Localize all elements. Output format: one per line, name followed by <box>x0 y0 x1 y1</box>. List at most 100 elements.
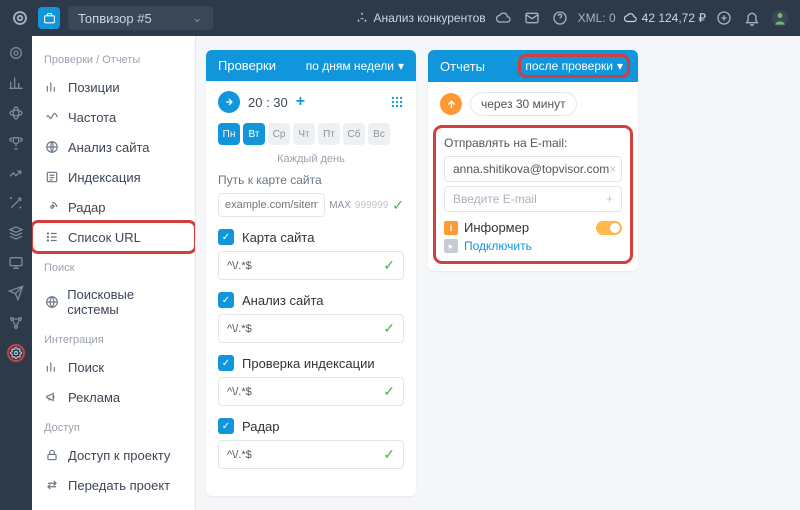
section-label: Карта сайта <box>242 230 314 245</box>
rail-send-icon[interactable] <box>7 284 25 302</box>
lock-icon <box>44 447 60 463</box>
email-input[interactable]: Введите E-mail + <box>444 186 622 212</box>
plus-icon[interactable] <box>714 8 734 28</box>
caret-down-icon: ▾ <box>398 59 404 73</box>
section-checkbox-row: ✓Анализ сайта <box>218 292 404 308</box>
sidebar-item-int-ads[interactable]: Реклама <box>32 382 195 412</box>
checkbox-icon[interactable]: ✓ <box>218 418 234 434</box>
section-label: Радар <box>242 419 280 434</box>
section-label: Проверка индексации <box>242 356 375 371</box>
sidebar-heading-integration: Интеграция <box>32 324 195 352</box>
bell-icon[interactable] <box>742 8 762 28</box>
checkbox-icon[interactable]: ✓ <box>218 355 234 371</box>
rail-layers-icon[interactable] <box>7 224 25 242</box>
sidebar: Проверки / Отчеты Позиции Частота Анализ… <box>32 36 196 510</box>
rail-trophy-icon[interactable] <box>7 134 25 152</box>
add-email-icon[interactable]: + <box>606 192 613 206</box>
reports-title: Отчеты <box>440 59 485 74</box>
connect-badge-icon: ▸ <box>444 239 458 253</box>
mail-icon[interactable] <box>522 8 542 28</box>
sidebar-item-frequency[interactable]: Частота <box>32 102 195 132</box>
day-Сб[interactable]: Сб <box>343 123 365 145</box>
help-icon[interactable] <box>550 8 570 28</box>
main-content: Проверки по дням недели ▾ 20 : 30 + ПнВт… <box>196 36 800 510</box>
delay-pill[interactable]: через 30 минут <box>470 92 577 116</box>
day-Вт[interactable]: Вт <box>243 123 265 145</box>
balance-display[interactable]: 42 124,72 ₽ <box>624 11 706 25</box>
transfer-icon <box>44 477 60 493</box>
pattern-row[interactable]: ^\/.*$✓ <box>218 440 404 469</box>
clock-icon <box>440 93 462 115</box>
pattern-row[interactable]: ^\/.*$✓ <box>218 314 404 343</box>
checkbox-icon[interactable]: ✓ <box>218 229 234 245</box>
weekday-selector: ПнВтСрЧтПтСбВс <box>218 123 404 145</box>
sitemap-label: Путь к карте сайта <box>218 173 404 187</box>
xml-counter[interactable]: XML: 0 <box>578 11 616 25</box>
section-checkbox-row: ✓ Радар <box>218 418 404 434</box>
logo-icon[interactable] <box>10 8 30 28</box>
check-icon: ✓ <box>383 257 395 274</box>
bars2-icon <box>44 359 60 375</box>
pattern-row[interactable]: ^\/.*$ ✓ <box>218 251 404 280</box>
avatar-icon[interactable] <box>770 8 790 28</box>
pattern-row[interactable]: ^\/.*$✓ <box>218 377 404 406</box>
max-label: MAX <box>329 200 351 211</box>
rail-settings-icon[interactable] <box>7 344 25 362</box>
rail-target-icon[interactable] <box>7 44 25 62</box>
caret-down-icon: ▾ <box>617 59 623 73</box>
sidebar-item-transfer-project[interactable]: Передать проект <box>32 470 195 500</box>
cloud-icon[interactable] <box>494 8 514 28</box>
project-name: Топвизор #5 <box>78 11 152 26</box>
list-icon <box>44 229 60 245</box>
rail-chart-icon[interactable] <box>7 74 25 92</box>
checkbox-icon[interactable]: ✓ <box>218 292 234 308</box>
checks-panel-header: Проверки по дням недели ▾ <box>206 50 416 81</box>
add-time-button[interactable]: + <box>296 93 305 111</box>
globe-icon <box>44 139 60 155</box>
sidebar-item-url-list[interactable]: Список URL <box>32 222 195 252</box>
rail-trend-icon[interactable] <box>7 164 25 182</box>
informer-toggle[interactable] <box>596 221 622 235</box>
time-up-button[interactable] <box>218 91 240 113</box>
check-icon: ✓ <box>392 197 404 214</box>
email-entry[interactable]: anna.shitikova@topvisor.com × <box>444 156 622 182</box>
sidebar-item-positions[interactable]: Позиции <box>32 72 195 102</box>
schedule-mode-dropdown[interactable]: по дням недели ▾ <box>306 59 404 73</box>
section-checkbox-row: ✓ Проверка индексации <box>218 355 404 371</box>
sidebar-item-search-systems[interactable]: Поисковые системы <box>32 280 195 324</box>
sidebar-heading-access: Доступ <box>32 412 195 440</box>
day-Чт[interactable]: Чт <box>293 123 315 145</box>
pattern-value: ^\/.*$ <box>227 386 252 398</box>
pattern-value: ^\/.*$ <box>227 323 252 335</box>
sidebar-heading-search: Поиск <box>32 252 195 280</box>
rail-nodes-icon[interactable] <box>7 314 25 332</box>
day-Вс[interactable]: Вс <box>368 123 390 145</box>
rail-atom-icon[interactable] <box>7 104 25 122</box>
index-icon <box>44 169 60 185</box>
grid-icon[interactable] <box>390 95 404 109</box>
day-Пт[interactable]: Пт <box>318 123 340 145</box>
radar-icon <box>44 199 60 215</box>
email-label: Отправлять на E-mail: <box>444 136 622 150</box>
sitemap-input[interactable] <box>218 193 325 217</box>
competitor-analysis-link[interactable]: Анализ конкурентов <box>355 11 485 25</box>
sidebar-item-radar[interactable]: Радар <box>32 192 195 222</box>
day-Пн[interactable]: Пн <box>218 123 240 145</box>
project-selector[interactable]: Топвизор #5 ⌄ <box>68 6 213 30</box>
reports-mode-dropdown[interactable]: после проверки ▾ <box>522 58 626 74</box>
icon-rail <box>0 36 32 510</box>
briefcase-icon[interactable] <box>38 7 60 29</box>
sidebar-item-project-access[interactable]: Доступ к проекту <box>32 440 195 470</box>
day-Ср[interactable]: Ср <box>268 123 290 145</box>
pattern-value: ^\/.*$ <box>227 260 252 272</box>
rail-monitor-icon[interactable] <box>7 254 25 272</box>
sidebar-item-site-analysis[interactable]: Анализ сайта <box>32 132 195 162</box>
checks-panel: Проверки по дням недели ▾ 20 : 30 + ПнВт… <box>206 50 416 496</box>
days-caption: Каждый день <box>218 153 404 165</box>
remove-email-icon[interactable]: × <box>609 162 616 176</box>
rail-wand-icon[interactable] <box>7 194 25 212</box>
sidebar-item-indexing[interactable]: Индексация <box>32 162 195 192</box>
sidebar-item-int-search[interactable]: Поиск <box>32 352 195 382</box>
check-icon: ✓ <box>383 446 395 463</box>
connect-link[interactable]: ▸ Подключить <box>444 239 622 253</box>
